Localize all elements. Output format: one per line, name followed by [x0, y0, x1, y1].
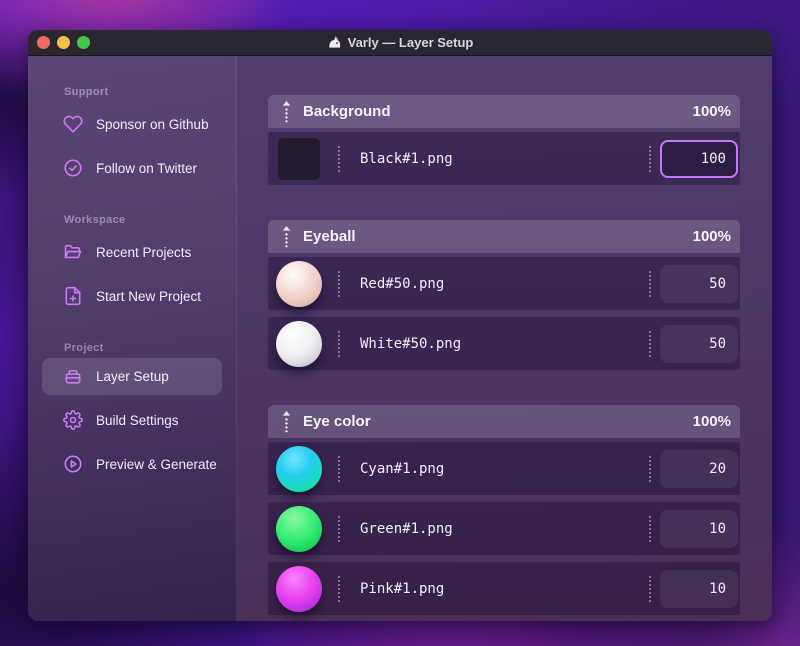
heart-icon [62, 114, 83, 135]
layer-thumbnail-green-sphere [276, 505, 322, 552]
drag-handle-icon[interactable] [281, 100, 292, 123]
layer-row: Red#50.png [268, 257, 740, 310]
layer-value-input[interactable] [660, 324, 738, 363]
layer-value-input[interactable] [660, 569, 738, 608]
layer-group-weight: 100% [692, 228, 731, 245]
sidebar-item-label: Recent Projects [96, 244, 192, 260]
layer-value-input[interactable] [660, 139, 738, 178]
layer-thumbnail-pink-sphere [276, 565, 322, 612]
sidebar-item-layer-setup[interactable]: Layer Setup [42, 358, 222, 395]
dotted-divider [649, 515, 651, 542]
layer-group-background: Background 100% Black#1.png [268, 95, 740, 185]
layer-group-weight: 100% [692, 413, 731, 430]
sidebar-item-preview-generate[interactable]: Preview & Generate [28, 442, 236, 486]
layer-group-title: Eyeball [303, 228, 356, 245]
sidebar-item-recent-projects[interactable]: Recent Projects [28, 230, 236, 274]
sidebar-section-project: Project Layer Setup Build Settings Preview … [28, 342, 236, 486]
layer-group-eye-color: Eye color 100% Cyan#1.png Green#1.png Pink#1… [268, 405, 740, 615]
layer-value-input[interactable] [660, 264, 738, 303]
window-title-text: Varly — Layer Setup [347, 35, 474, 50]
folder-open-icon [62, 242, 83, 263]
dotted-divider [338, 330, 340, 357]
layer-row: White#50.png [268, 317, 740, 370]
file-plus-icon [62, 286, 83, 307]
sidebar: Support Sponsor on Github Follow on Twitte… [28, 56, 237, 621]
cyan-sphere [276, 445, 322, 492]
layer-setup-panel: Background 100% Black#1.png Eyeball 100% Red#… [237, 56, 772, 621]
sidebar-item-label: Start New Project [96, 288, 202, 304]
layer-group-eyeball: Eyeball 100% Red#50.png White#50.png [268, 220, 740, 370]
sidebar-section-label: Support [64, 86, 109, 98]
dotted-divider [649, 330, 651, 357]
sidebar-section-support: Support Sponsor on Github Follow on Twitte… [28, 86, 236, 190]
layer-filename: Cyan#1.png [360, 460, 445, 477]
sidebar-section-label: Workspace [64, 214, 126, 226]
sidebar-item-follow-on-twitter[interactable]: Follow on Twitter [28, 146, 236, 190]
dotted-divider [649, 575, 651, 602]
layer-row: Pink#1.png [268, 562, 740, 615]
layer-row: Cyan#1.png [268, 442, 740, 495]
layer-filename: White#50.png [360, 335, 462, 352]
dotted-divider [649, 145, 651, 172]
verified-check-icon [62, 158, 83, 179]
dotted-divider [338, 455, 340, 482]
dotted-divider [338, 515, 340, 542]
layer-thumbnail-black-square [276, 136, 322, 182]
layer-group-weight: 100% [692, 103, 731, 120]
sidebar-section-workspace: Workspace Recent Projects Start New Projec… [28, 214, 236, 318]
green-sphere [276, 505, 322, 552]
sidebar-item-label: Build Settings [96, 412, 179, 428]
layer-row: Black#1.png [268, 132, 740, 185]
play-circle-icon [62, 454, 83, 475]
pink-sphere [276, 565, 322, 612]
drag-handle-icon[interactable] [281, 225, 292, 248]
title-bar: Varly — Layer Setup [28, 30, 772, 56]
layer-group-header: Eye color 100% [268, 405, 740, 438]
layer-group-title: Background [303, 103, 391, 120]
sidebar-item-sponsor-on-github[interactable]: Sponsor on Github [28, 102, 236, 146]
sidebar-item-build-settings[interactable]: Build Settings [28, 398, 236, 442]
window-title: Varly — Layer Setup [28, 35, 772, 50]
layer-row: Green#1.png [268, 502, 740, 555]
layer-thumbnail-cyan-sphere [276, 445, 322, 492]
sidebar-section-label: Project [64, 342, 104, 354]
dotted-divider [649, 455, 651, 482]
layer-filename: Black#1.png [360, 150, 453, 167]
layer-thumbnail-white-sphere [276, 320, 322, 367]
white-sphere [276, 320, 322, 367]
layer-group-title: Eye color [303, 413, 371, 430]
dotted-divider [338, 145, 340, 172]
unicorn-app-icon [327, 35, 342, 50]
layer-group-header: Background 100% [268, 95, 740, 128]
black-square [278, 137, 320, 180]
layer-value-input[interactable] [660, 449, 738, 488]
sidebar-item-start-new-project[interactable]: Start New Project [28, 274, 236, 318]
gear-icon [62, 410, 83, 431]
dotted-divider [649, 270, 651, 297]
layer-filename: Pink#1.png [360, 580, 445, 597]
layer-thumbnail-red-sphere [276, 260, 322, 307]
dotted-divider [338, 575, 340, 602]
layer-filename: Red#50.png [360, 275, 445, 292]
red-sphere [276, 260, 322, 307]
sidebar-item-label: Layer Setup [96, 369, 169, 384]
layer-value-input[interactable] [660, 509, 738, 548]
app-window: Varly — Layer Setup Support Sponsor on Gi… [28, 30, 772, 621]
sidebar-item-label: Sponsor on Github [96, 116, 209, 132]
dotted-divider [338, 270, 340, 297]
layers-icon [62, 366, 83, 387]
layer-filename: Green#1.png [360, 520, 453, 537]
sidebar-item-label: Follow on Twitter [96, 160, 198, 176]
layer-group-header: Eyeball 100% [268, 220, 740, 253]
drag-handle-icon[interactable] [281, 410, 292, 433]
sidebar-item-label: Preview & Generate [96, 456, 217, 472]
